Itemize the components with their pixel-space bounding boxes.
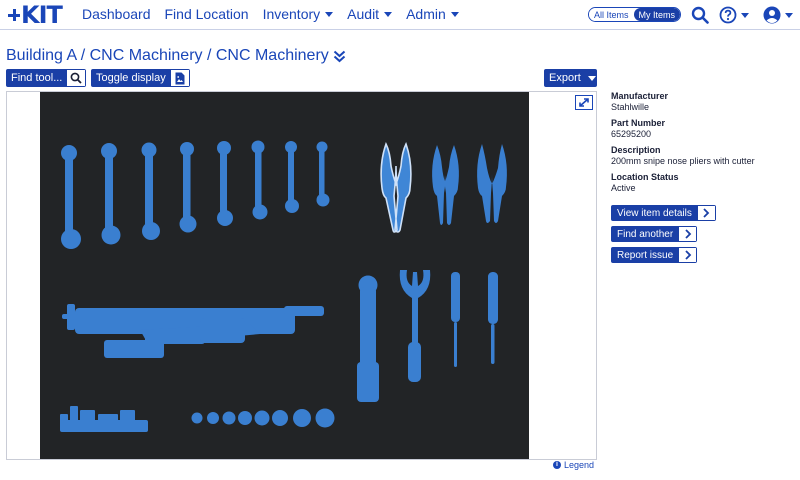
user-icon xyxy=(763,6,781,24)
screwdriver-shadow[interactable] xyxy=(451,272,460,367)
item-scope-toggle: All Items My Items xyxy=(588,7,682,22)
nav-dashboard-label: Dashboard xyxy=(82,6,151,22)
view-item-details-button[interactable]: View item details xyxy=(611,205,716,221)
nav-inventory[interactable]: Inventory xyxy=(263,6,334,22)
toggle-display-label: Toggle display xyxy=(96,72,166,84)
wrench-shadow[interactable] xyxy=(316,141,330,207)
tool-board-viewer xyxy=(6,91,597,460)
toggle-display-button[interactable]: Toggle display xyxy=(91,69,190,87)
nav-audit-label: Audit xyxy=(347,6,380,22)
shadow-board-canvas xyxy=(60,140,507,432)
expand-icon xyxy=(579,98,589,107)
nav-audit[interactable]: Audit xyxy=(347,6,393,22)
help-menu-button[interactable] xyxy=(719,5,749,25)
hex-key-holder-shadow[interactable] xyxy=(60,406,148,432)
shadow-board xyxy=(40,92,529,459)
pliers-shadow[interactable] xyxy=(477,144,507,223)
logo-text: KIT xyxy=(21,1,63,29)
view-item-details-label: View item details xyxy=(617,207,692,219)
user-menu-button[interactable] xyxy=(763,5,793,25)
chevron-down-icon xyxy=(325,11,334,17)
chevron-down-icon xyxy=(785,12,793,18)
help-icon xyxy=(719,6,737,24)
image-file-icon xyxy=(170,70,189,86)
chevron-down-icon xyxy=(741,12,749,18)
grease-gun-shadow[interactable] xyxy=(62,304,324,358)
wrench-shadow[interactable] xyxy=(141,142,161,241)
part-number-value: 65295200 xyxy=(611,129,652,139)
chevron-down-icon xyxy=(587,75,596,81)
wrench-shadow[interactable] xyxy=(285,141,299,213)
search-icon xyxy=(67,70,86,86)
description-label: Description xyxy=(611,145,661,155)
search-button[interactable] xyxy=(691,5,709,25)
report-issue-button[interactable]: Report issue xyxy=(611,247,698,263)
legend-link[interactable]: i Legend xyxy=(553,460,594,470)
snipe-nose-pliers-shadow-selected[interactable] xyxy=(380,141,412,233)
plus-icon xyxy=(8,9,20,21)
export-menu-button[interactable]: Export xyxy=(544,69,597,87)
scope-all-items[interactable]: All Items xyxy=(589,8,634,21)
location-breadcrumb: Building A / CNC Machinery / CNC Machine… xyxy=(6,47,346,65)
chevron-right-icon xyxy=(679,227,697,241)
manufacturer-label: Manufacturer xyxy=(611,91,669,101)
wrench-shadow[interactable] xyxy=(101,143,121,245)
find-another-button[interactable]: Find another xyxy=(611,226,698,242)
legend-label: Legend xyxy=(564,460,595,470)
double-chevron-down-icon[interactable] xyxy=(333,50,346,63)
find-tool-button[interactable]: Find tool... xyxy=(6,69,87,87)
nav-admin-label: Admin xyxy=(406,6,446,22)
location-status-label: Location Status xyxy=(611,172,679,182)
adjustable-wrench-shadow[interactable] xyxy=(399,270,431,382)
part-number-label: Part Number xyxy=(611,118,666,128)
wrench-shadow[interactable] xyxy=(217,141,233,226)
find-another-label: Find another xyxy=(617,228,674,240)
nav-find-location-label: Find Location xyxy=(164,6,249,22)
description-value: 200mm snipe nose pliers with cutter xyxy=(611,156,755,166)
nav-links: Dashboard Find Location Inventory Audit … xyxy=(82,6,459,22)
item-detail-panel: Manufacturer Stahlwille Part Number 6529… xyxy=(611,91,796,199)
wrench-shadow[interactable] xyxy=(61,145,81,249)
wrench-shadow[interactable] xyxy=(179,142,197,233)
report-issue-label: Report issue xyxy=(617,249,674,261)
chevron-right-icon xyxy=(697,206,715,220)
manufacturer-value: Stahlwille xyxy=(611,102,650,112)
export-label: Export xyxy=(549,72,581,84)
kit-logo[interactable]: KIT xyxy=(8,1,63,29)
nav-inventory-label: Inventory xyxy=(262,6,321,22)
wrench-shadow[interactable] xyxy=(251,140,268,220)
find-tool-label: Find tool... xyxy=(11,72,63,84)
info-icon: i xyxy=(553,461,561,469)
search-icon xyxy=(691,6,709,24)
nav-dashboard[interactable]: Dashboard xyxy=(82,6,151,22)
chevron-right-icon xyxy=(679,248,697,262)
expand-view-button[interactable] xyxy=(575,95,593,110)
torque-wrench-shadow[interactable] xyxy=(357,275,379,403)
screwdriver-shadow[interactable] xyxy=(488,272,498,364)
location-status-value: Active xyxy=(611,183,636,193)
breadcrumb-text: Building A / CNC Machinery / CNC Machine… xyxy=(6,47,329,64)
nav-admin[interactable]: Admin xyxy=(406,6,459,22)
chevron-down-icon xyxy=(384,11,393,17)
scope-my-items[interactable]: My Items xyxy=(633,8,681,21)
socket-set-shadow[interactable] xyxy=(191,408,335,428)
top-navigation-bar: KIT Dashboard Find Location Inventory Au… xyxy=(0,0,800,30)
pliers-shadow[interactable] xyxy=(432,145,459,225)
chevron-down-icon xyxy=(450,11,459,17)
nav-find-location[interactable]: Find Location xyxy=(165,6,249,22)
